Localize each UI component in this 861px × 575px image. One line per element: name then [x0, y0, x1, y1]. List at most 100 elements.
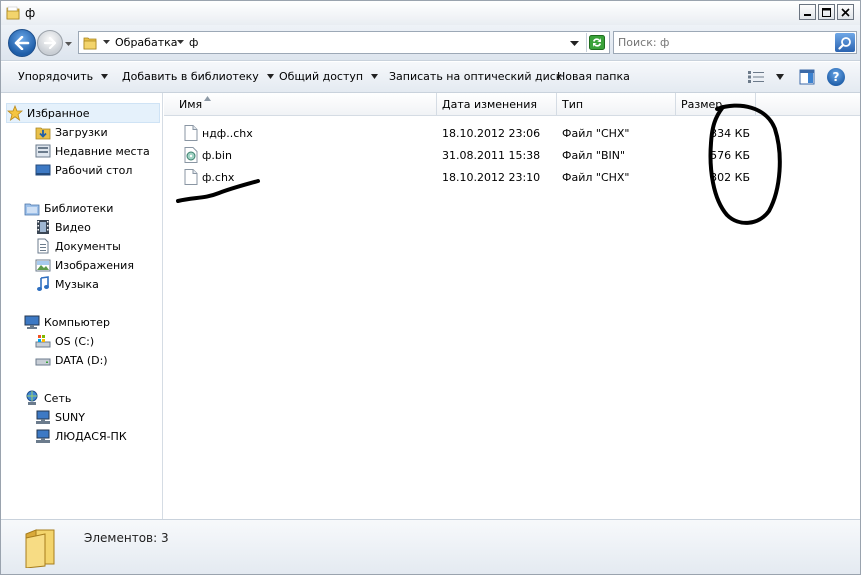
- nav-item-desktop[interactable]: Рабочий стол: [35, 162, 132, 178]
- address-history-chevron-down-icon[interactable]: [570, 39, 579, 47]
- minimize-icon: [804, 13, 811, 16]
- nav-computer[interactable]: Компьютер: [24, 314, 110, 330]
- chevron-down-icon: [101, 74, 109, 79]
- nav-item-label: DATA (D:): [55, 353, 108, 367]
- nav-libraries[interactable]: Библиотеки: [24, 200, 113, 216]
- organize-label: Упорядочить: [18, 70, 94, 83]
- nav-item-documents[interactable]: Документы: [35, 238, 121, 254]
- column-header-label: Дата изменения: [442, 98, 537, 111]
- system-drive-icon: [35, 335, 51, 348]
- column-header-label: Тип: [562, 98, 584, 111]
- maximize-icon: [822, 7, 831, 17]
- change-view-icon[interactable]: [747, 70, 765, 84]
- column-header-size[interactable]: Размер: [676, 93, 756, 116]
- search-box[interactable]: [613, 31, 857, 54]
- table-row[interactable]: ф.bin 31.08.2011 15:38 Файл "BIN" 576 КБ: [164, 144, 860, 166]
- burn-label: Записать на оптический диск: [389, 70, 563, 83]
- back-button[interactable]: [8, 29, 36, 57]
- maximize-button[interactable]: [818, 4, 835, 20]
- desktop-icon: [35, 164, 51, 176]
- item-count: Элементов: 3: [84, 531, 169, 545]
- column-headers: Имя Дата изменения Тип Размер: [164, 93, 860, 116]
- window-controls: [799, 4, 854, 20]
- title-bar[interactable]: ф: [1, 1, 860, 25]
- nav-item-downloads[interactable]: Загрузки: [35, 124, 108, 140]
- file-size: 302 КБ: [710, 171, 750, 184]
- breadcrumb-item[interactable]: ф: [189, 36, 198, 49]
- new-folder-label: Новая папка: [557, 70, 630, 83]
- nav-item-drive-d[interactable]: DATA (D:): [35, 352, 108, 368]
- nav-item-lyudasya-pc[interactable]: ЛЮДАСЯ-ПК: [35, 428, 127, 444]
- computer-icon: [24, 315, 40, 329]
- recent-places-icon: [35, 144, 51, 158]
- file-type: Файл "BIN": [562, 149, 626, 162]
- file-size: 334 КБ: [710, 127, 750, 140]
- nav-item-drive-c[interactable]: OS (C:): [35, 333, 94, 349]
- minimize-button[interactable]: [799, 4, 816, 20]
- forward-button[interactable]: [37, 30, 63, 56]
- file-date: 18.10.2012 23:06: [442, 127, 541, 140]
- column-header-type[interactable]: Тип: [557, 93, 676, 116]
- nav-item-label: Документы: [55, 239, 121, 253]
- close-button[interactable]: [837, 4, 854, 20]
- window-title: ф: [25, 6, 36, 20]
- table-row[interactable]: ф.chx 18.10.2012 23:10 Файл "CHX" 302 КБ: [164, 166, 860, 188]
- nav-libraries-label: Библиотеки: [44, 201, 114, 215]
- music-icon: [37, 276, 49, 291]
- nav-item-pictures[interactable]: Изображения: [35, 257, 134, 273]
- arrow-right-icon: [43, 37, 57, 49]
- nav-item-recent-places[interactable]: Недавние места: [35, 143, 150, 159]
- nav-item-music[interactable]: Музыка: [35, 276, 99, 292]
- nav-item-label: OS (C:): [55, 334, 95, 348]
- folder-icon: [6, 6, 20, 20]
- file-date: 31.08.2011 15:38: [442, 149, 541, 162]
- preview-pane-icon[interactable]: [799, 69, 815, 85]
- refresh-icon: [589, 35, 605, 50]
- help-button[interactable]: ?: [827, 68, 845, 86]
- view-options-chevron-down-icon[interactable]: [776, 74, 784, 80]
- column-header-name[interactable]: Имя: [164, 93, 437, 116]
- nav-item-suny[interactable]: SUNY: [35, 409, 85, 425]
- search-button[interactable]: [835, 33, 855, 52]
- details-pane: Элементов: 3: [1, 519, 860, 574]
- recent-pages-chevron-down-icon[interactable]: [64, 39, 73, 48]
- chevron-down-icon: [266, 74, 274, 79]
- file-date: 18.10.2012 23:10: [442, 171, 541, 184]
- document-icon: [184, 169, 198, 185]
- burn-button[interactable]: Записать на оптический диск: [389, 70, 562, 83]
- arrow-left-icon: [14, 36, 30, 50]
- nav-network-label: Сеть: [44, 391, 72, 405]
- downloads-folder-icon: [35, 127, 51, 140]
- nav-item-label: Музыка: [55, 277, 99, 291]
- hard-drive-icon: [35, 358, 51, 366]
- new-folder-button[interactable]: Новая папка: [557, 70, 630, 83]
- close-icon: [841, 7, 850, 17]
- column-header-date[interactable]: Дата изменения: [437, 93, 557, 116]
- breadcrumb-chevron-down-icon[interactable]: [177, 38, 184, 46]
- search-input[interactable]: [618, 35, 828, 50]
- refresh-button[interactable]: [586, 33, 607, 52]
- share-with-menu-button[interactable]: Общий доступ: [279, 70, 379, 83]
- file-list: Имя Дата изменения Тип Размер ндф..chx 1…: [164, 93, 860, 519]
- organize-menu-button[interactable]: Упорядочить: [18, 70, 109, 83]
- nav-item-video[interactable]: Видео: [35, 219, 91, 235]
- address-bar[interactable]: Обрабатка ф: [78, 31, 610, 54]
- share-with-label: Общий доступ: [279, 70, 364, 83]
- nav-item-label: Загрузки: [55, 125, 108, 139]
- file-name: ф.chx: [202, 171, 235, 184]
- add-to-library-menu-button[interactable]: Добавить в библиотеку: [122, 70, 274, 83]
- network-computer-icon: [36, 429, 50, 443]
- nav-favorites-label: Избранное: [27, 106, 90, 120]
- search-icon: [838, 36, 851, 50]
- nav-network[interactable]: Сеть: [24, 390, 71, 406]
- video-icon: [37, 220, 49, 234]
- nav-item-label: Рабочий стол: [55, 163, 133, 177]
- breadcrumb-chevron-down-icon[interactable]: [103, 38, 110, 46]
- table-row[interactable]: ндф..chx 18.10.2012 23:06 Файл "CHX" 334…: [164, 122, 860, 144]
- nav-item-label: Недавние места: [55, 144, 150, 158]
- nav-item-label: Видео: [55, 220, 91, 234]
- add-to-library-label: Добавить в библиотеку: [122, 70, 259, 83]
- breadcrumb-item[interactable]: Обрабатка: [115, 36, 177, 49]
- nav-favorites[interactable]: Избранное: [6, 103, 160, 123]
- column-header-label: Имя: [179, 98, 203, 111]
